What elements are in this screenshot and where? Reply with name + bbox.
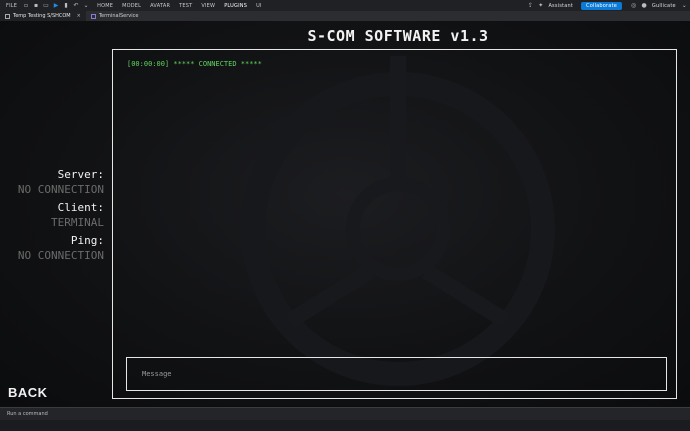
- file-menu[interactable]: FILE: [6, 3, 17, 9]
- user-name[interactable]: Gullicate: [652, 3, 676, 9]
- tab-bar: Temp Testing S/SHCOM × TerminalService: [0, 11, 690, 21]
- chevron-down-icon[interactable]: ⌄: [682, 2, 687, 9]
- share-icon[interactable]: ⇪: [528, 2, 533, 9]
- close-icon[interactable]: ×: [77, 13, 81, 19]
- back-button[interactable]: BACK: [8, 385, 48, 400]
- undo-icon[interactable]: ↶: [73, 2, 79, 9]
- terminal-console: [00:00:00] ***** CONNECTED *****: [112, 49, 677, 399]
- server-value: NO CONNECTION: [17, 183, 104, 196]
- menu-bar: FILE ▫ ▪ ▭ ▶ ▮ ↶ ⌄ HOME MODEL AVATAR TES…: [0, 0, 690, 11]
- menu-view[interactable]: VIEW: [201, 3, 215, 9]
- ping-value: NO CONNECTION: [17, 249, 104, 262]
- place-icon: [5, 13, 10, 19]
- menu-plugins[interactable]: PLUGINS: [224, 3, 247, 9]
- new-document-icon[interactable]: ▫: [23, 2, 29, 9]
- tab-place-label: Temp Testing S/SHCOM: [13, 13, 71, 19]
- folder-icon[interactable]: ▭: [43, 2, 49, 9]
- status-bar: [0, 420, 690, 431]
- menu-avatar[interactable]: AVATAR: [150, 3, 170, 9]
- page-title: S-COM SOFTWARE v1.3: [307, 27, 489, 45]
- tab-place[interactable]: Temp Testing S/SHCOM ×: [0, 11, 86, 21]
- play-icon[interactable]: ▶: [53, 2, 59, 9]
- menu-home[interactable]: HOME: [97, 3, 113, 9]
- ping-label: Ping:: [70, 234, 104, 247]
- step-icon[interactable]: ▮: [63, 2, 69, 9]
- server-label: Server:: [57, 168, 104, 181]
- tab-script-label: TerminalService: [98, 13, 139, 19]
- command-input[interactable]: [5, 410, 669, 418]
- menu-model[interactable]: MODEL: [122, 3, 141, 9]
- avatar[interactable]: ●: [641, 2, 646, 9]
- menubar-right: ⇪ ✦ Assistant Collaborate ◎ ● Gullicate …: [528, 0, 690, 11]
- collaborate-button[interactable]: Collaborate: [581, 1, 623, 10]
- assistant-icon[interactable]: ✦: [538, 2, 543, 9]
- assistant-button[interactable]: Assistant: [548, 3, 573, 9]
- save-icon[interactable]: ▪: [33, 2, 39, 9]
- client-value: TERMINAL: [51, 216, 104, 229]
- menu-ui[interactable]: UI: [256, 3, 262, 9]
- message-input[interactable]: [140, 369, 644, 379]
- command-bar: [0, 407, 690, 420]
- game-viewport: S-COM SOFTWARE v1.3 Server: NO CONNECTIO…: [0, 21, 690, 406]
- script-icon: [90, 13, 96, 19]
- log-line: [00:00:00] ***** CONNECTED *****: [127, 60, 262, 68]
- menu-test[interactable]: TEST: [179, 3, 192, 9]
- client-label: Client:: [57, 201, 104, 214]
- message-box[interactable]: [126, 357, 667, 391]
- redo-icon[interactable]: ⌄: [83, 2, 89, 9]
- tab-script[interactable]: TerminalService: [86, 11, 144, 21]
- bell-icon[interactable]: ◎: [631, 2, 636, 9]
